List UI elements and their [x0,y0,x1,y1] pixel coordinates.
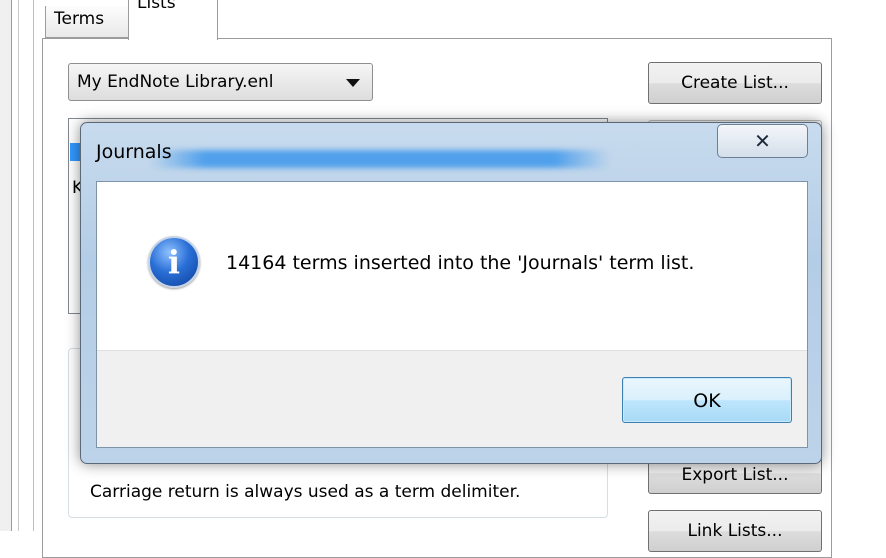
library-select[interactable]: My EndNote Library.enl [68,63,373,101]
link-lists-button[interactable]: Link Lists... [648,510,822,552]
info-icon: i [148,236,200,288]
export-list-label: Export List... [681,465,789,485]
create-list-label: Create List... [681,73,789,93]
chevron-down-icon [346,79,360,87]
dialog-message: 14164 terms inserted into the 'Journals'… [226,252,695,274]
tab-lists[interactable]: Lists [128,0,218,40]
delimiter-note: Carriage return is always used as a term… [90,482,521,502]
link-lists-label: Link Lists... [687,521,783,541]
window-frame-inner [18,0,34,531]
dialog-close-button[interactable]: ✕ [717,124,808,158]
ok-button-label: OK [693,390,721,412]
tab-terms-label: Terms [54,9,105,29]
tab-lists-label: Lists [137,0,176,13]
close-icon: ✕ [754,129,771,153]
create-list-button[interactable]: Create List... [648,62,822,104]
dialog-title-glow [150,150,610,168]
library-select-value: My EndNote Library.enl [77,72,274,92]
window-frame-edge [0,0,12,531]
tab-terms[interactable]: Terms [45,6,129,38]
ok-button[interactable]: OK [622,377,792,423]
dialog-title: Journals [96,141,172,163]
